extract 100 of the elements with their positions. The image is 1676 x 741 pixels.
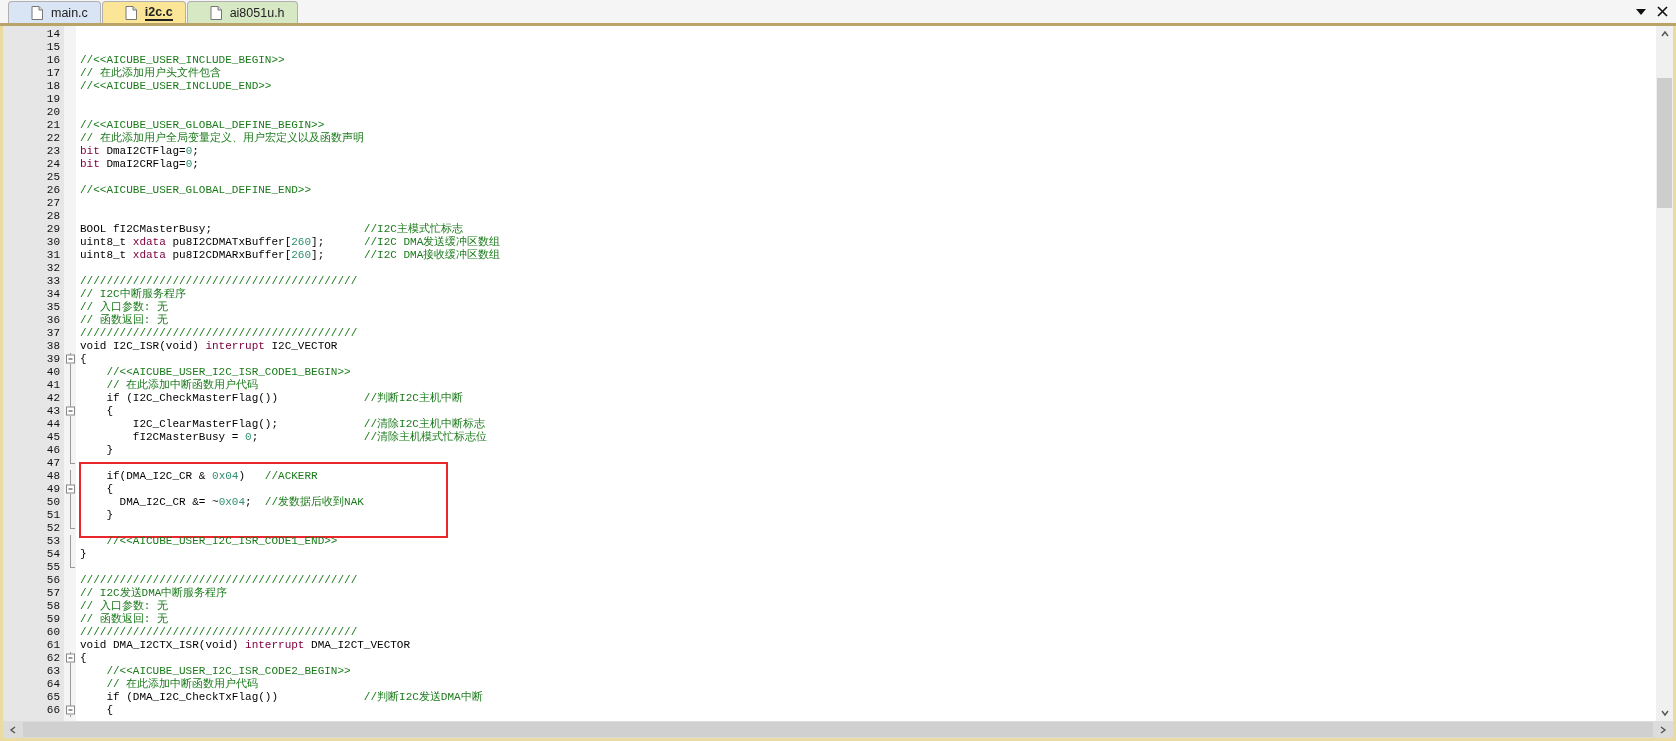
line-number: 46	[45, 444, 61, 457]
line-number: 36	[45, 314, 61, 327]
line-number: 26	[45, 184, 61, 197]
code-line: I2C_ClearMasterFlag(); //清除I2C主机中断标志	[131, 418, 485, 431]
line-number: 22	[45, 132, 61, 145]
line-number: 19	[45, 93, 61, 106]
code-line: }	[79, 548, 87, 561]
code-line: {	[105, 405, 113, 418]
line-number: 57	[45, 587, 61, 600]
line-number: 60	[45, 626, 61, 639]
line-number: 44	[45, 418, 61, 431]
code-line: //<<AICUBE_USER_GLOBAL_DEFINE_END>>	[79, 184, 312, 197]
line-number: 64	[45, 678, 61, 691]
code-line: DMA_I2C_CR &= ~0x04; //发数据后收到NAK	[118, 496, 364, 509]
line-number: 30	[45, 236, 61, 249]
line-number: 41	[45, 379, 61, 392]
scroll-left-icon[interactable]	[9, 724, 17, 735]
line-number: 27	[45, 197, 61, 210]
code-line: void DMA_I2CTX_ISR(void) interrupt DMA_I2CT_VECTOR	[79, 639, 411, 652]
collapse-icon[interactable]	[64, 353, 76, 366]
code-line: //<<AICUBE_USER_INCLUDE_BEGIN>>	[79, 54, 285, 67]
code-line: {	[105, 704, 113, 717]
code-line: // I2C发送DMA中断服务程序	[79, 587, 228, 600]
line-number: 59	[45, 613, 61, 626]
line-number: 40	[45, 366, 61, 379]
code-line: //<<AICUBE_USER_I2C_ISR_CODE2_BEGIN>>	[105, 665, 351, 678]
code-line: // 入口参数: 无	[79, 301, 168, 314]
line-number: 39	[45, 353, 61, 366]
code-line: // 函数返回: 无	[79, 613, 168, 626]
line-number: 55	[45, 561, 61, 574]
vertical-scrollbar[interactable]	[1656, 26, 1673, 721]
code-line: }	[105, 509, 113, 522]
line-number: 47	[45, 457, 61, 470]
line-number: 45	[45, 431, 61, 444]
code-line: //<<AICUBE_USER_GLOBAL_DEFINE_BEGIN>>	[79, 119, 325, 132]
scroll-right-icon[interactable]	[1659, 724, 1667, 735]
line-number: 37	[45, 327, 61, 340]
code-line: BOOL fI2CMasterBusy; //I2C主模式忙标志	[79, 223, 463, 236]
line-number: 31	[45, 249, 61, 262]
line-number: 28	[45, 210, 61, 223]
line-number: 49	[45, 483, 61, 496]
line-number: 63	[45, 665, 61, 678]
dropdown-icon[interactable]	[1635, 6, 1647, 17]
line-number: 25	[45, 171, 61, 184]
line-number: 51	[45, 509, 61, 522]
file-tab[interactable]: i2c.c	[101, 1, 186, 23]
line-number: 24	[45, 158, 61, 171]
line-number: 23	[45, 145, 61, 158]
code-line: //<<AICUBE_USER_I2C_ISR_CODE1_BEGIN>>	[105, 366, 351, 379]
line-number: 43	[45, 405, 61, 418]
scroll-up-icon[interactable]	[1659, 30, 1670, 38]
line-number: 62	[45, 652, 61, 665]
line-number: 14	[45, 28, 61, 41]
code-line: //////////////////////////////////////////	[79, 626, 358, 639]
collapse-icon[interactable]	[64, 405, 76, 418]
code-line: if (I2C_CheckMasterFlag()) //判断I2C主机中断	[105, 392, 463, 405]
collapse-icon[interactable]	[64, 704, 76, 717]
code-line: //////////////////////////////////////////	[79, 275, 358, 288]
line-number: 15	[45, 41, 61, 54]
line-number: 42	[45, 392, 61, 405]
line-number: 34	[45, 288, 61, 301]
code-line: void I2C_ISR(void) interrupt I2C_VECTOR	[79, 340, 338, 353]
line-number: 38	[45, 340, 61, 353]
file-tab[interactable]: ai8051u.h	[186, 1, 298, 23]
code-line: // 函数返回: 无	[79, 314, 168, 327]
file-icon	[124, 5, 137, 20]
code-line: // 入口参数: 无	[79, 600, 168, 613]
code-line: // I2C中断服务程序	[79, 288, 186, 301]
code-line: // 在此添加用户全局变量定义、用户宏定义以及函数声明	[79, 132, 364, 145]
code-line: // 在此添加用户头文件包含	[79, 67, 221, 80]
code-line: bit DmaI2CTFlag=0;	[79, 145, 199, 158]
close-icon[interactable]	[1657, 6, 1668, 17]
code-line: //////////////////////////////////////////	[79, 327, 358, 340]
file-icon	[209, 5, 222, 20]
line-number: 52	[45, 522, 61, 535]
line-number: 32	[45, 262, 61, 275]
code-line: // 在此添加中断函数用户代码	[105, 678, 259, 691]
code-line: {	[79, 652, 87, 665]
code-line: fI2CMasterBusy = 0; //清除主机模式忙标志位	[131, 431, 488, 444]
line-number: 65	[45, 691, 61, 704]
file-tab[interactable]: main.c	[8, 1, 101, 23]
line-number: 33	[45, 275, 61, 288]
code-line: //<<AICUBE_USER_I2C_ISR_CODE1_END>>	[105, 535, 338, 548]
line-number: 18	[45, 80, 61, 93]
line-number: 17	[45, 67, 61, 80]
code-line: // 在此添加中断函数用户代码	[105, 379, 259, 392]
line-number: 48	[45, 470, 61, 483]
line-number: 35	[45, 301, 61, 314]
line-number: 20	[45, 106, 61, 119]
code-line: }	[105, 444, 113, 457]
line-number: 53	[45, 535, 61, 548]
collapse-icon[interactable]	[64, 483, 76, 496]
collapse-icon[interactable]	[64, 652, 76, 665]
code-line: {	[105, 483, 113, 496]
code-line: if (DMA_I2C_CheckTxFlag()) //判断I2C发送DMA中断	[105, 691, 483, 704]
scroll-thumb[interactable]	[1657, 78, 1672, 208]
scroll-down-icon[interactable]	[1659, 709, 1670, 717]
line-number: 21	[45, 119, 61, 132]
line-number: 29	[45, 223, 61, 236]
line-number: 61	[45, 639, 61, 652]
